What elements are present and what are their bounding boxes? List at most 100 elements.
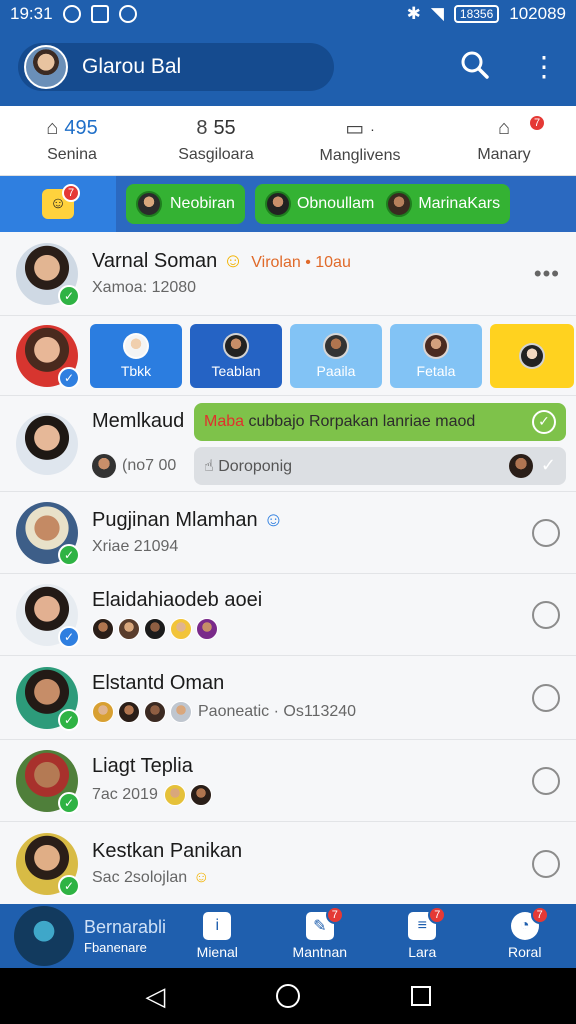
avatar — [16, 412, 78, 475]
list-item[interactable]: Memlkaud Maba cubbajo Rorpakan lanriae m… — [0, 396, 576, 492]
avatar — [92, 453, 116, 478]
store-icon: ▭ — [345, 118, 365, 140]
wifi-icon: ◥ — [430, 4, 444, 23]
home-circle-icon[interactable] — [275, 984, 300, 1008]
bubble-prefix: Maba — [204, 412, 245, 430]
battery-indicator: 18356 — [453, 5, 500, 23]
profile-avatar[interactable] — [24, 45, 68, 89]
eight-icon: 8 — [196, 117, 208, 139]
row-sub: Xriae 21094 — [92, 538, 179, 555]
recents-icon[interactable] — [410, 986, 431, 1006]
status-clock-right: 102089 — [509, 4, 566, 23]
message-bubble[interactable]: Maba cubbajo Rorpakan lanriae maod ✓ — [194, 402, 566, 441]
avatar — [163, 784, 186, 806]
select-radio[interactable] — [532, 766, 560, 795]
tab-label: Manglivens — [319, 147, 401, 164]
avatar — [189, 784, 212, 806]
row-name: Elstantd Oman — [92, 672, 225, 694]
app-title: Glarou Bal — [82, 55, 182, 78]
avatar — [386, 191, 413, 217]
contact-card[interactable] — [490, 323, 574, 388]
check-circle-icon: ✓ — [532, 409, 556, 434]
avatar: ✓ — [16, 583, 80, 648]
message-bubble[interactable]: ☝ Doroponig ✓ — [194, 446, 566, 485]
home-badge-icon: ⌂ — [497, 117, 511, 139]
contact-card[interactable]: Fetala — [390, 323, 482, 388]
list-item[interactable]: ✓ Elstantd Oman Paoneatic · Os113240 — [0, 656, 576, 740]
row-sub: Sac 2solojlan — [92, 869, 188, 886]
system-navigation: ◁ — [0, 968, 576, 1024]
nav-lara[interactable]: ≡ 7 Lara — [371, 906, 473, 960]
record-icon — [62, 5, 81, 23]
tab-senina[interactable]: ⌂ 495 Senina — [0, 106, 144, 175]
check-status-icon: ✓ — [58, 874, 80, 897]
more-horiz-icon[interactable]: ••• — [534, 261, 560, 287]
nav-profile[interactable]: Bernarabli Fbanenare — [0, 906, 166, 966]
contact-card[interactable]: Teablan — [190, 323, 282, 388]
participant-avatars — [92, 618, 532, 640]
status-time: 19:31 — [10, 4, 53, 23]
nav-roral[interactable]: ◔ 7 Roral — [474, 906, 576, 960]
bluetooth-icon: ✱ — [406, 4, 421, 23]
select-radio[interactable] — [532, 683, 560, 712]
more-vert-icon[interactable]: ⋮ — [530, 53, 558, 81]
avatar — [170, 618, 192, 640]
check-status-icon: ✓ — [58, 366, 80, 389]
nav-mienal[interactable]: i Mienal — [166, 912, 268, 960]
avatar — [144, 618, 166, 640]
double-check-icon: ✓ — [540, 455, 556, 475]
nav-label: Roral — [508, 944, 542, 960]
avatar — [519, 342, 545, 369]
search-icon[interactable] — [460, 50, 490, 85]
avatar — [92, 701, 114, 723]
select-radio[interactable] — [532, 518, 560, 547]
tab-label: Sasgiloara — [178, 146, 254, 163]
chat-list: ✓ Varnal Soman ☺ Virolan • 10au Xamoa: 12… — [0, 232, 576, 904]
filter-chip-obnoullam[interactable]: Obnoullam MarinaKars — [254, 184, 511, 224]
filter-chip-neobiran[interactable]: Neobiran — [126, 184, 245, 224]
list-item[interactable]: ✓ Pugjinan Mlamhan ☺ Xriae 21094 — [0, 492, 576, 574]
chip-label: Neobiran — [170, 195, 235, 212]
tab-manary[interactable]: ⌂ 7 Manary — [432, 106, 576, 175]
avatar — [170, 701, 192, 723]
tab-dot: · — [370, 120, 375, 137]
nav-profile-name: Bernarabli — [84, 917, 167, 937]
info-icon: i — [203, 912, 232, 940]
list-item[interactable]: ✓ Varnal Soman ☺ Virolan • 10au Xamoa: 12… — [0, 232, 576, 316]
select-radio[interactable] — [532, 600, 560, 629]
row-name: Liagt Teplia — [92, 755, 193, 777]
notification-badge: 7 — [428, 906, 447, 924]
tab-count: 55 — [213, 117, 236, 139]
tab-sasgiloara[interactable]: 8 55 Sasgiloara — [144, 106, 288, 175]
avatar: ✓ — [16, 749, 80, 814]
avatar — [118, 701, 140, 723]
tab-manglivens[interactable]: ▭ · Manglivens — [288, 106, 432, 175]
row-sub: Xamoa: 12080 — [92, 279, 197, 296]
nav-mantnan[interactable]: ✎ 7 Mantnan — [269, 906, 371, 960]
avatar — [264, 191, 291, 217]
row-sub: (no7 00 — [122, 456, 177, 474]
list-item[interactable]: ✓ Liagt Teplia 7ac 2019 — [0, 740, 576, 822]
status-bar: 19:31 ✱ ◥ 18356 102089 — [0, 0, 576, 28]
avatar — [118, 618, 140, 640]
avatar — [508, 453, 533, 478]
contact-card[interactable]: Tbkk — [90, 323, 182, 388]
select-radio[interactable] — [532, 849, 560, 878]
filter-emoji-button[interactable]: ☺ 7 — [0, 176, 116, 232]
card-label: Tbkk — [120, 362, 152, 379]
nav-label: Mienal — [196, 944, 238, 960]
nav-label: Mantnan — [292, 944, 348, 960]
bubble-text: cubbajo Rorpakan lanriae maod — [248, 412, 476, 430]
avatar — [423, 332, 449, 359]
list-item[interactable]: ✓ Tbkk Teablan Paaila Fetala — [0, 316, 576, 396]
list-item[interactable]: ✓ Elaidahiaodeb aoei — [0, 574, 576, 656]
account-pill[interactable]: Glarou Bal — [18, 43, 334, 91]
emoji-icon: ☺ — [263, 509, 284, 531]
image-icon — [90, 5, 109, 23]
row-tag: Virolan • 10au — [251, 254, 351, 271]
row-sub: Paoneatic · Os113240 — [198, 703, 357, 720]
back-icon[interactable]: ◁ — [145, 981, 165, 1012]
list-item[interactable]: ✓ Kestkan Panikan Sac 2solojlan ☺ — [0, 822, 576, 904]
contact-card[interactable]: Paaila — [290, 323, 382, 388]
bubble-text: Doroponig — [218, 457, 293, 475]
